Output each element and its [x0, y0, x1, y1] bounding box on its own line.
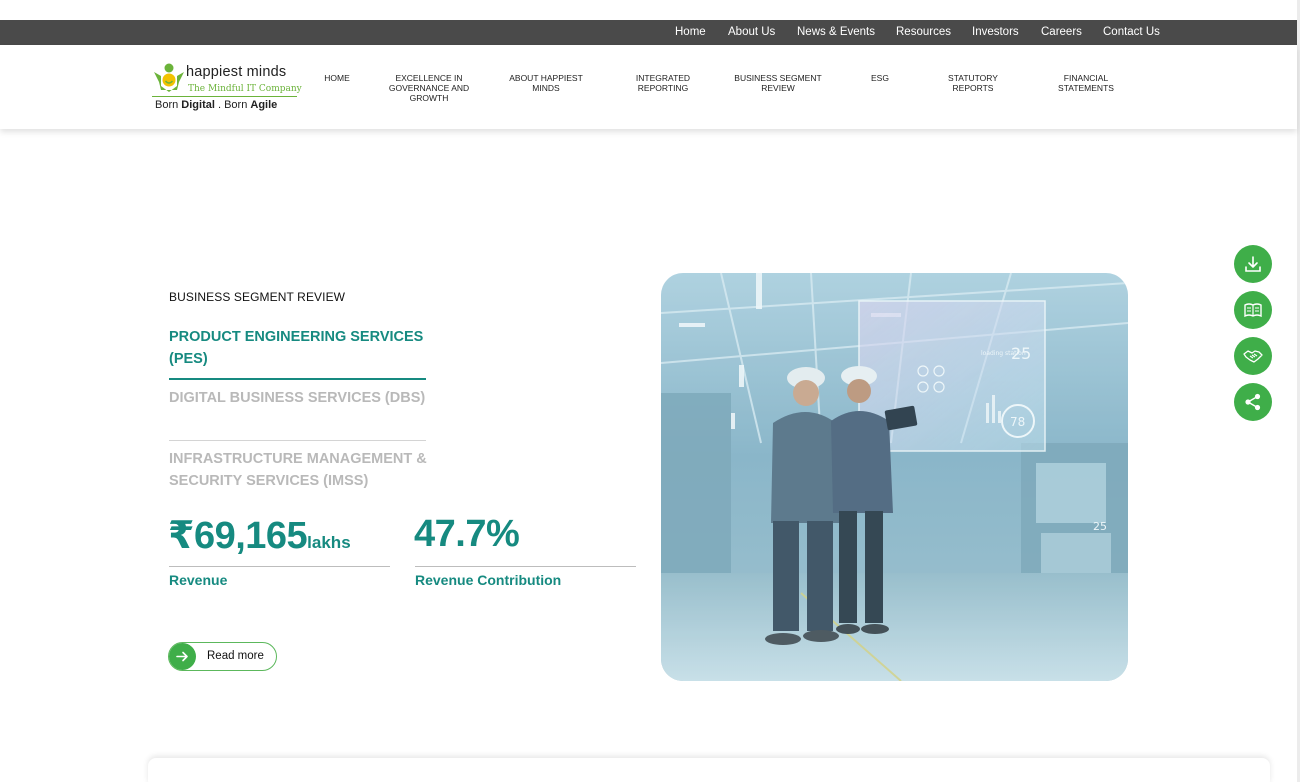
share-icon [1245, 393, 1261, 411]
revenue-contribution-label: Revenue Contribution [415, 572, 562, 588]
share-button[interactable] [1234, 383, 1272, 421]
utility-bar: Home About Us News & Events Resources In… [0, 20, 1297, 45]
top-link-contact-us[interactable]: Contact Us [1103, 20, 1160, 45]
smiley-figure-icon [154, 63, 184, 92]
main-header: happiest minds The Mindful IT Company Bo… [0, 45, 1297, 129]
logo-slogan: Born Digital . Born Agile [155, 99, 278, 111]
nav-item-about-happiest-minds[interactable]: ABOUT HAPPIEST MINDS [502, 73, 590, 93]
nav-item-esg[interactable]: ESG [864, 73, 896, 83]
stat-divider [169, 566, 390, 567]
nav-item-home[interactable]: HOME [316, 73, 358, 83]
handshake-button[interactable] [1234, 337, 1272, 375]
read-more-label: Read more [207, 650, 264, 662]
top-link-about-us[interactable]: About Us [728, 20, 775, 45]
nav-item-financial-statements[interactable]: FINANCIAL STATEMENTS [1050, 73, 1122, 93]
segment-divider [169, 440, 426, 441]
revenue-contribution-value: 47.7% [414, 513, 520, 555]
segment-divider [169, 378, 426, 380]
segment-hero-image: 25 78 25 loading station [661, 273, 1128, 681]
download-button[interactable] [1234, 245, 1272, 283]
segment-tab-pes[interactable]: PRODUCT ENGINEERING SERVICES (PES) [169, 326, 426, 370]
logo-divider [152, 96, 297, 97]
top-link-investors[interactable]: Investors [972, 20, 1019, 45]
next-section-card [148, 758, 1270, 782]
nav-item-integrated-reporting[interactable]: INTEGRATED REPORTING [627, 73, 699, 93]
download-icon [1245, 256, 1261, 272]
revenue-value: ₹69,165lakhs [168, 515, 351, 557]
arrow-right-icon [169, 643, 196, 670]
logo-brand-text: happiest minds [186, 64, 287, 80]
book-button[interactable] [1234, 291, 1272, 329]
section-eyebrow: BUSINESS SEGMENT REVIEW [169, 290, 346, 304]
revenue-unit: lakhs [307, 533, 351, 552]
top-link-careers[interactable]: Careers [1041, 20, 1082, 45]
handshake-icon [1243, 350, 1263, 363]
happiest-minds-logo[interactable]: happiest minds The Mindful IT Company Bo… [152, 62, 302, 114]
book-icon [1244, 303, 1262, 318]
segment-tab-dbs[interactable]: DIGITAL BUSINESS SERVICES (DBS) [169, 387, 426, 409]
segment-tab-imss[interactable]: INFRASTRUCTURE MANAGEMENT & SECURITY SER… [169, 448, 429, 492]
revenue-label: Revenue [169, 572, 228, 588]
top-link-resources[interactable]: Resources [896, 20, 951, 45]
nav-item-statutory-reports[interactable]: STATUTORY REPORTS [938, 73, 1008, 93]
top-link-home[interactable]: Home [675, 20, 706, 45]
nav-item-excellence-governance-growth[interactable]: EXCELLENCE IN GOVERNANCE AND GROWTH [381, 73, 477, 103]
stat-divider [415, 566, 636, 567]
read-more-button[interactable]: Read more [168, 642, 277, 671]
top-link-news-events[interactable]: News & Events [797, 20, 875, 45]
logo-tagline: The Mindful IT Company [188, 84, 302, 94]
nav-item-business-segment-review[interactable]: BUSINESS SEGMENT REVIEW [726, 73, 830, 93]
